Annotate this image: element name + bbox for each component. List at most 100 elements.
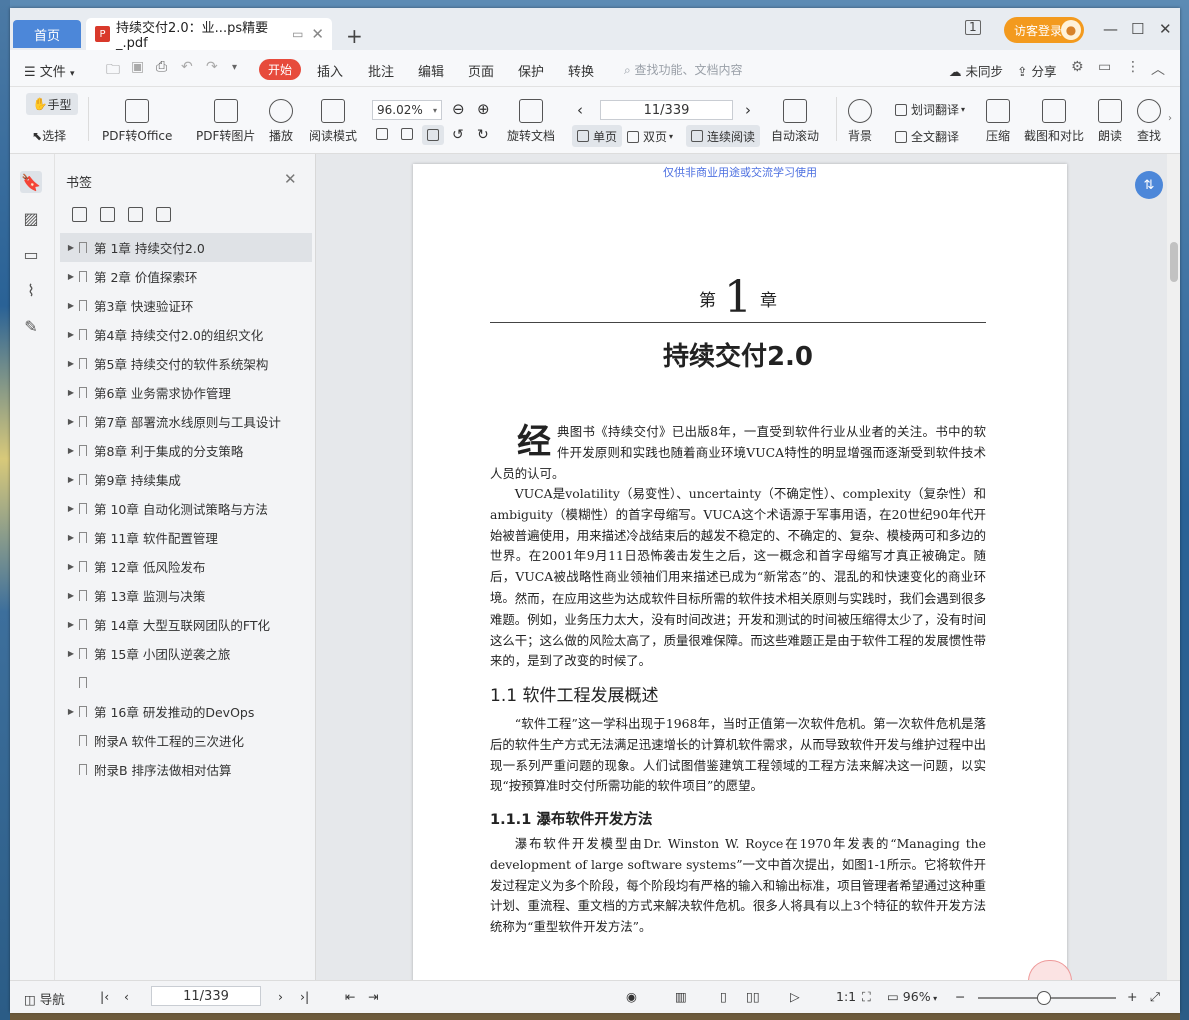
menu-insert[interactable]: 插入 (317, 61, 343, 80)
bookmark-item[interactable]: ▶ 第6章 业务需求协作管理 (60, 378, 312, 407)
bookmark-item[interactable]: ▶ 第 10章 自动化测试策略与方法 (60, 494, 312, 523)
quick-access-dropdown-icon[interactable]: ▾ (232, 62, 237, 73)
status-page-input[interactable]: 11/339 (151, 986, 261, 1006)
tab-home[interactable]: 首页 (13, 20, 81, 48)
single-page-view-icon[interactable]: ▯ (720, 989, 727, 1004)
play-button[interactable]: 播放 (269, 99, 293, 144)
collapse-ribbon-icon[interactable]: ︿ (1151, 59, 1165, 79)
auto-scroll-button[interactable]: 自动滚动 (771, 99, 819, 144)
bookmark-item[interactable]: ▶ 第 13章 监测与决策 (60, 581, 312, 610)
share-button[interactable]: ⇪ 分享 (1017, 61, 1056, 80)
single-page-button[interactable]: 单页 (572, 125, 622, 147)
screenshot-compare-button[interactable]: 截图和对比 (1024, 99, 1084, 144)
expand-arrow-icon[interactable]: ▶ (63, 330, 79, 339)
zoom-in-icon[interactable]: ⊕ (477, 100, 490, 118)
actual-size-icon[interactable] (376, 128, 392, 140)
more-icon[interactable]: ⋮ (1126, 59, 1140, 75)
rotate-right-icon[interactable]: ↻ (477, 127, 489, 143)
zoom-in-status-icon[interactable]: + (1127, 989, 1137, 1004)
pin-tab-icon[interactable]: ▭ (292, 27, 303, 41)
back-icon[interactable]: ⇤ (345, 989, 355, 1004)
forward-icon[interactable]: ⇥ (368, 989, 378, 1004)
vertical-scrollbar[interactable] (1167, 154, 1180, 980)
compress-button[interactable]: 压缩 (986, 99, 1010, 144)
bookmark-item[interactable]: ▶ 第 11章 软件配置管理 (60, 523, 312, 552)
next-page-status-icon[interactable]: › (278, 989, 283, 1004)
bookmark-item[interactable]: ▶ 第 12章 低风险发布 (60, 552, 312, 581)
find-button[interactable]: 查找 (1137, 99, 1161, 144)
sync-status[interactable]: ☁ 未同步 (949, 61, 1003, 80)
scrollbar-thumb[interactable] (1170, 242, 1178, 282)
toolbar-scroll-right-icon[interactable]: › (1168, 113, 1172, 124)
page-number-input[interactable]: 11/339 (600, 100, 733, 120)
expand-arrow-icon[interactable]: ▶ (63, 475, 79, 484)
zoom-level-display[interactable]: ▭ 96% ▾ (887, 989, 937, 1004)
expand-arrow-icon[interactable]: ▶ (63, 272, 79, 281)
read-mode-button[interactable]: 阅读模式 (309, 99, 357, 144)
expand-arrow-icon[interactable]: ▶ (63, 359, 79, 368)
double-page-view-icon[interactable]: ▯▯ (746, 989, 760, 1004)
menu-convert[interactable]: 转换 (568, 61, 594, 80)
floating-tool-icon[interactable]: ⇅ (1135, 171, 1163, 199)
new-tab-button[interactable]: + (346, 24, 363, 48)
double-page-button[interactable]: 双页 ▾ (627, 128, 673, 145)
bookmark-item[interactable]: ▶ 第 14章 大型互联网团队的FT化 (60, 610, 312, 639)
background-button[interactable]: 背景 (848, 99, 872, 144)
bookmark-flag-icon[interactable] (156, 207, 171, 222)
bookmark-item[interactable]: ▶ 第8章 利于集成的分支策略 (60, 436, 312, 465)
expand-arrow-icon[interactable]: ▶ (63, 446, 79, 455)
expand-arrow-icon[interactable]: ▶ (63, 562, 79, 571)
bookmark-item[interactable]: ▶ 第4章 持续交付2.0的组织文化 (60, 320, 312, 349)
bookmark-item[interactable]: ▶ 第3章 快速验证环 (60, 291, 312, 320)
zoom-slider-handle[interactable] (1037, 991, 1051, 1005)
file-menu[interactable]: ☰ 文件 ▾ (24, 61, 74, 80)
guest-login-button[interactable]: 访客登录 ● (1004, 17, 1084, 43)
bookmark-item[interactable] (60, 668, 312, 697)
bookmark-item[interactable]: 附录B 排序法做相对估算 (60, 755, 312, 784)
close-window-icon[interactable]: ✕ (1159, 20, 1172, 38)
feature-search-input[interactable]: ⌕ 查找功能、文档内容 (624, 61, 743, 78)
full-translate-button[interactable]: 全文翻译 (895, 128, 959, 145)
pdf-to-office-button[interactable]: PDF转Office (102, 99, 172, 144)
bookmark-item[interactable]: ▶ 第 2章 价值探索环 (60, 262, 312, 291)
open-icon[interactable]: 🗀 (106, 59, 120, 83)
expand-bookmark-icon[interactable] (128, 207, 143, 222)
bookmark-panel-icon[interactable]: 🔖 (20, 171, 42, 193)
print-icon[interactable]: ⎙ (156, 59, 167, 75)
expand-arrow-icon[interactable]: ▶ (63, 417, 79, 426)
window-count-icon[interactable]: 1 (965, 20, 981, 35)
rotate-left-icon[interactable]: ↺ (452, 127, 464, 143)
play-status-icon[interactable]: ▷ (790, 989, 800, 1004)
maximize-icon[interactable]: ☐ (1131, 20, 1144, 38)
close-tab-icon[interactable]: ✕ (311, 25, 324, 43)
settings-icon[interactable]: ⚙ (1071, 59, 1084, 75)
add-bookmark-icon[interactable] (72, 207, 87, 222)
expand-arrow-icon[interactable]: ▶ (63, 504, 79, 513)
expand-arrow-icon[interactable]: ▶ (63, 649, 79, 658)
expand-arrow-icon[interactable]: ▶ (63, 591, 79, 600)
menu-protect[interactable]: 保护 (518, 61, 544, 80)
bookmark-item[interactable]: ▶ 第 15章 小团队逆袭之旅 (60, 639, 312, 668)
bookmark-item[interactable]: ▶ 第9章 持续集成 (60, 465, 312, 494)
prev-page-icon[interactable]: ‹ (124, 989, 129, 1004)
save-icon[interactable]: ▣ (131, 59, 144, 75)
tab-document[interactable]: P 持续交付2.0：业...ps精要_.pdf ▭ ✕ (86, 18, 332, 51)
select-tool-button[interactable]: ⬉ 选择 (32, 127, 66, 144)
zoom-select[interactable]: 96.02% ▾ (372, 100, 442, 120)
bookmark-item[interactable]: ▶ 第 16章 研发推动的DevOps (60, 697, 312, 726)
first-page-icon[interactable]: |‹ (100, 989, 109, 1004)
pdf-to-image-button[interactable]: PDF转图片 (196, 99, 255, 144)
menu-start[interactable]: 开始 (259, 59, 301, 80)
bookmark-item[interactable]: ▶ 第 1章 持续交付2.0 (60, 233, 312, 262)
menu-page[interactable]: 页面 (468, 61, 494, 80)
delete-bookmark-icon[interactable] (100, 207, 115, 222)
bookmark-item[interactable]: ▶ 第5章 持续交付的软件系统架构 (60, 349, 312, 378)
expand-arrow-icon[interactable]: ▶ (63, 533, 79, 542)
attachment-panel-icon[interactable]: ⌇ (20, 279, 42, 301)
redo-icon[interactable]: ↷ (206, 59, 218, 75)
signature-panel-icon[interactable]: ✎ (20, 315, 42, 337)
thumbnail-panel-icon[interactable]: ▨ (20, 207, 42, 229)
last-page-icon[interactable]: ›| (300, 989, 309, 1004)
hand-tool-button[interactable]: ✋ 手型 (26, 93, 78, 115)
continuous-read-button[interactable]: 连续阅读 (686, 125, 760, 147)
